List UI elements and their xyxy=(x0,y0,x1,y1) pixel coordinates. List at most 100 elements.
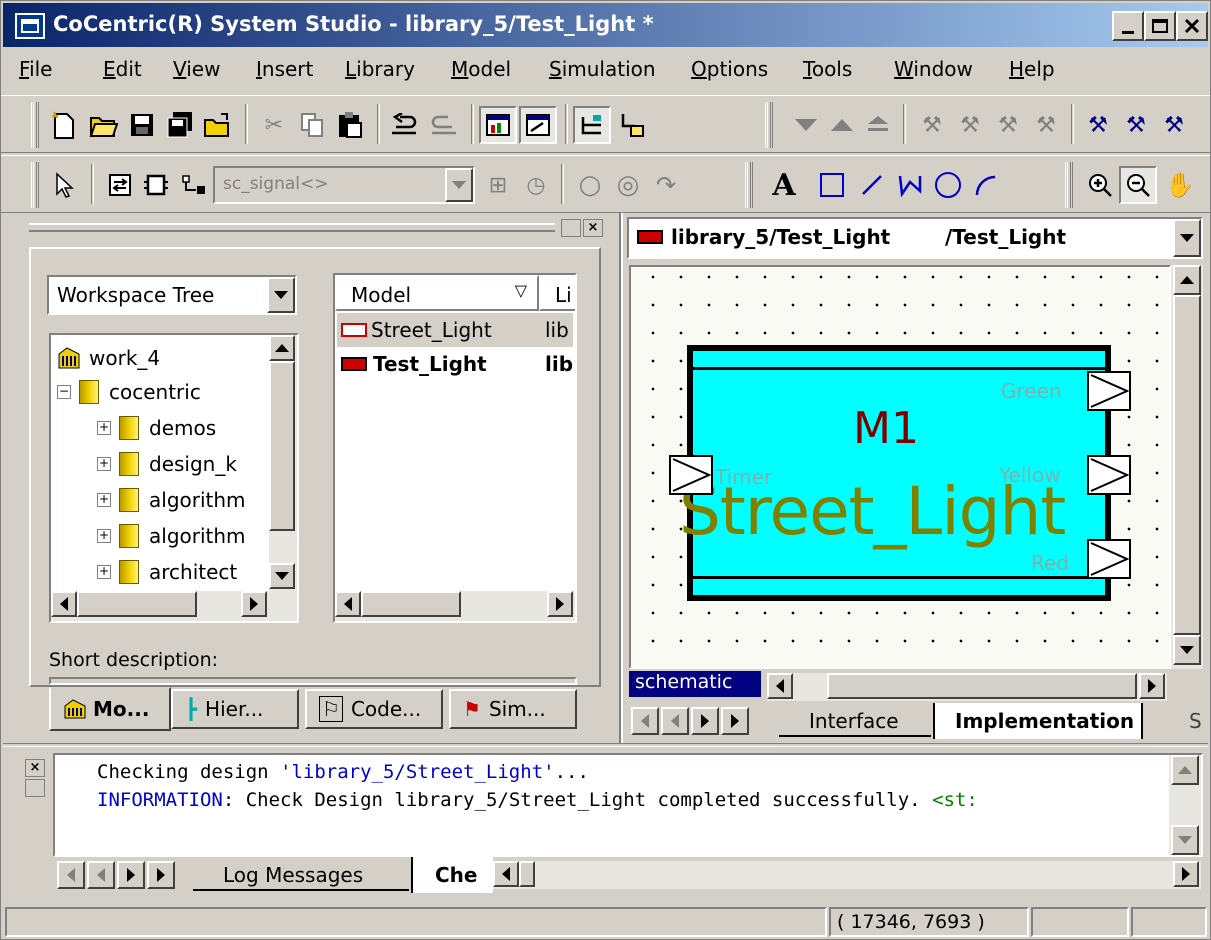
log-tab-first-button[interactable] xyxy=(57,861,85,889)
tree-vertical-scrollbar[interactable] xyxy=(269,335,297,591)
new-file-icon[interactable] xyxy=(45,106,83,144)
menu-file[interactable]: File xyxy=(19,57,52,81)
output-port-green[interactable] xyxy=(1087,371,1131,411)
tab-first-button[interactable] xyxy=(631,707,659,735)
scroll-left-button[interactable] xyxy=(335,591,361,617)
tab-check[interactable]: Che xyxy=(411,857,493,893)
tab-models[interactable]: Mo... xyxy=(49,687,171,731)
toolbar-grip[interactable] xyxy=(31,162,39,208)
model-list[interactable]: Model ▽ Li Street_Light lib Test_Light li… xyxy=(333,273,577,623)
collapse-icon[interactable]: − xyxy=(57,385,71,399)
tree-horizontal-scrollbar[interactable] xyxy=(51,591,297,621)
state-icon[interactable]: ○ xyxy=(571,166,609,204)
scroll-thumb[interactable] xyxy=(519,861,535,887)
copy-icon[interactable] xyxy=(293,106,331,144)
log-vertical-scrollbar[interactable] xyxy=(1169,755,1201,855)
editor-horizontal-scrollbar[interactable] xyxy=(767,673,1167,701)
pointer-icon[interactable] xyxy=(45,166,83,204)
log-splitter[interactable] xyxy=(3,743,1208,747)
log-tab-prev-button[interactable] xyxy=(87,861,115,889)
scroll-thumb[interactable] xyxy=(269,361,295,531)
short-description-field[interactable] xyxy=(49,677,577,685)
log-float-button[interactable] xyxy=(25,779,45,797)
tab-prev-button[interactable] xyxy=(661,707,689,735)
workspace-tree[interactable]: work_4 − cocentric + demos + design_k + algo… xyxy=(49,333,299,623)
cut-icon[interactable]: ✂ xyxy=(255,106,293,144)
log-output[interactable]: Checking design 'library_5/Street_Light'… xyxy=(53,753,1203,857)
view-monitor-icon[interactable] xyxy=(519,106,557,144)
expand-icon[interactable]: + xyxy=(97,493,111,507)
run-icon[interactable]: ⚒ xyxy=(1155,106,1193,144)
scroll-thumb[interactable] xyxy=(77,591,197,617)
output-port-red[interactable] xyxy=(1087,539,1131,579)
port-icon[interactable] xyxy=(175,166,213,204)
output-port-yellow[interactable] xyxy=(1087,455,1131,495)
open-folder-icon[interactable] xyxy=(85,106,123,144)
hierarchy-icon[interactable] xyxy=(573,106,611,144)
log-tab-last-button[interactable] xyxy=(147,861,175,889)
scroll-down-button[interactable] xyxy=(269,563,295,589)
tab-simulation[interactable]: ⚑ Sim... xyxy=(449,689,577,729)
block-icon[interactable] xyxy=(137,166,175,204)
tree-item-cocentric[interactable]: − cocentric xyxy=(57,375,201,409)
polyline-icon[interactable] xyxy=(891,166,929,204)
left-panel-header[interactable]: × xyxy=(15,215,611,241)
tree-item-architect[interactable]: + architect xyxy=(97,555,237,589)
redo-icon[interactable] xyxy=(425,106,463,144)
column-header-library[interactable]: Li xyxy=(539,275,575,311)
maximize-button[interactable] xyxy=(1144,11,1176,41)
workspace-view-combo[interactable]: Workspace Tree xyxy=(47,275,297,315)
panel-close-icon[interactable]: × xyxy=(583,219,603,237)
paste-icon[interactable] xyxy=(331,106,369,144)
editor-path-dropdown-button[interactable] xyxy=(1173,219,1201,257)
scroll-right-button[interactable] xyxy=(1173,861,1199,887)
link-icon[interactable]: ⚒ xyxy=(1117,106,1155,144)
push-into-icon[interactable] xyxy=(613,106,651,144)
zoom-out-icon[interactable] xyxy=(1119,166,1157,204)
menu-options[interactable]: Options xyxy=(691,57,768,81)
tree-item-demos[interactable]: + demos xyxy=(97,411,216,445)
scroll-left-button[interactable] xyxy=(51,591,77,617)
build-icon[interactable]: ⚒ xyxy=(913,106,951,144)
swap-icon[interactable] xyxy=(101,166,139,204)
title-bar[interactable]: CoCentric(R) System Studio - library_5/T… xyxy=(3,3,1208,47)
scroll-left-button[interactable] xyxy=(493,861,519,887)
expand-icon[interactable]: + xyxy=(97,457,111,471)
minimize-button[interactable] xyxy=(1112,11,1144,41)
toolbar-grip[interactable] xyxy=(765,102,773,148)
scroll-thumb[interactable] xyxy=(361,591,461,617)
clean-icon[interactable]: ⚒ xyxy=(1027,106,1065,144)
toolbar-grip[interactable] xyxy=(31,102,39,148)
scroll-right-button[interactable] xyxy=(1139,673,1165,699)
scroll-right-button[interactable] xyxy=(547,591,573,617)
clock-icon[interactable]: ◷ xyxy=(517,166,555,204)
scroll-up-button[interactable] xyxy=(1173,265,1201,295)
panel-float-button[interactable] xyxy=(561,219,581,237)
tab-log-messages[interactable]: Log Messages xyxy=(193,859,409,891)
tab-hierarchy[interactable]: ┣ Hier... xyxy=(171,689,299,729)
expand-icon[interactable]: + xyxy=(97,529,111,543)
editor-vertical-scrollbar[interactable] xyxy=(1171,265,1203,669)
splitter[interactable] xyxy=(619,213,623,743)
log-close-icon[interactable]: × xyxy=(25,759,45,777)
zoom-in-icon[interactable] xyxy=(1081,166,1119,204)
scroll-left-button[interactable] xyxy=(767,673,793,699)
schematic-canvas[interactable]: M1 Street_Light Green Yellow Red Timer xyxy=(629,265,1171,669)
menu-tools[interactable]: Tools xyxy=(803,57,852,81)
menu-window[interactable]: Window xyxy=(894,57,973,81)
expand-icon[interactable]: + xyxy=(97,565,111,579)
scroll-up-button[interactable] xyxy=(1171,755,1199,785)
tab-implementation[interactable]: Implementation xyxy=(933,703,1143,739)
tree-item-work-4[interactable]: work_4 xyxy=(57,341,160,375)
tab-next-button[interactable] xyxy=(691,707,719,735)
scroll-down-button[interactable] xyxy=(1173,635,1201,665)
rectangle-icon[interactable] xyxy=(813,166,851,204)
model-row-street-light[interactable]: Street_Light lib xyxy=(337,313,573,347)
toolbar-grip[interactable] xyxy=(745,162,753,208)
tree-item-design-k[interactable]: + design_k xyxy=(97,447,237,481)
scroll-up-button[interactable] xyxy=(269,335,295,361)
transition-icon[interactable]: ↷ xyxy=(647,166,685,204)
tree-item-algorithm-2[interactable]: + algorithm xyxy=(97,519,246,553)
tab-code[interactable]: ⚐ Code... xyxy=(305,689,443,729)
input-port-timer[interactable] xyxy=(669,455,713,495)
